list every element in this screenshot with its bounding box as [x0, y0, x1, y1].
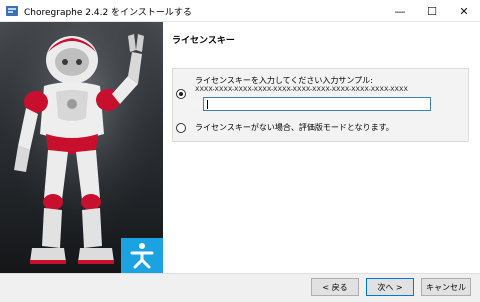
minimize-button[interactable]: —	[384, 0, 416, 22]
app-icon	[6, 6, 18, 16]
robot-image-panel	[0, 22, 163, 273]
page-title: ライセンスキー	[172, 36, 235, 46]
no-license-label: ライセンスキーがない場合、評価版モードとなります。	[195, 123, 394, 132]
next-button[interactable]: 次へ >	[366, 278, 414, 296]
minimize-icon: —	[394, 4, 406, 18]
close-icon: ✕	[459, 4, 469, 18]
back-button[interactable]: < 戻る	[311, 278, 359, 296]
maximize-icon: ☐	[427, 4, 437, 18]
license-key-sample: XXXX-XXXX-XXXX-XXXX-XXXX-XXXX-XXXX-XXXX-…	[195, 85, 408, 93]
no-license-radio[interactable]	[176, 123, 186, 133]
page-header: ライセンスキー	[163, 22, 480, 60]
license-key-input[interactable]	[203, 97, 431, 111]
title-bar: Choregraphe 2.4.2 をインストールする — ☐ ✕	[0, 0, 480, 22]
text-cursor	[207, 100, 208, 109]
logo-icon	[130, 243, 154, 269]
close-button[interactable]: ✕	[448, 0, 480, 22]
cancel-button[interactable]: キャンセル	[421, 278, 471, 296]
maximize-button[interactable]: ☐	[416, 0, 448, 22]
window-title: Choregraphe 2.4.2 をインストールする	[24, 8, 192, 18]
nao-robot-image	[0, 22, 163, 273]
license-key-radio[interactable]	[176, 89, 186, 99]
aldebaran-logo	[121, 238, 163, 273]
